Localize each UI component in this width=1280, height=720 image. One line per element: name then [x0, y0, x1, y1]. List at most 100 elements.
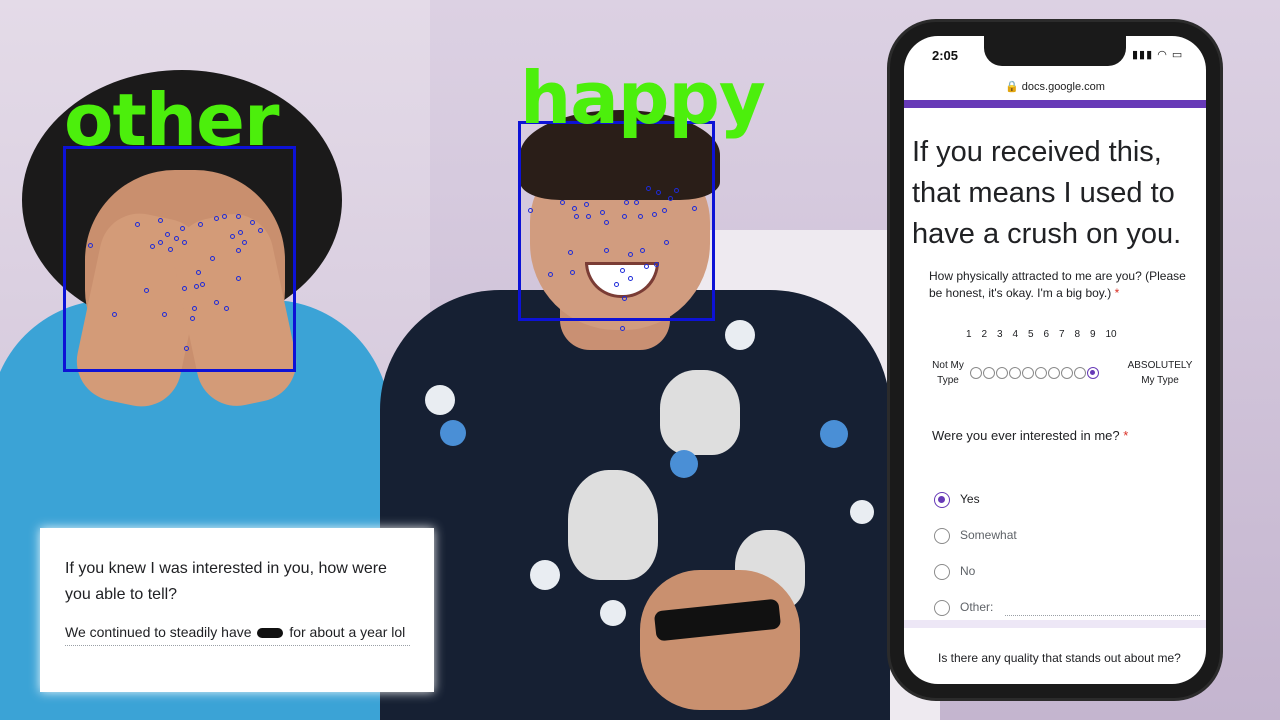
- scale-radio-1[interactable]: [970, 366, 982, 379]
- question-attraction: How physically attracted to me are you? …: [929, 268, 1191, 302]
- landmark-dot: [622, 296, 627, 301]
- landmark-dot: [144, 288, 149, 293]
- face-detection-box-left: [63, 146, 296, 372]
- landmark-dot: [192, 306, 197, 311]
- landmark-dot: [88, 243, 93, 248]
- landmark-dot: [628, 276, 633, 281]
- shirt-skull-print: [660, 370, 740, 455]
- landmark-dot: [165, 232, 170, 237]
- landmark-dot: [560, 200, 565, 205]
- option-somewhat[interactable]: Somewhat: [934, 528, 1017, 544]
- landmark-dot: [652, 212, 657, 217]
- landmark-dot: [222, 214, 227, 219]
- landmark-dot: [112, 312, 117, 317]
- landmark-dot: [604, 220, 609, 225]
- form-response-card: If you knew I was interested in you, how…: [40, 528, 434, 692]
- photo-scene: other happy If you knew I was interested…: [0, 0, 1280, 720]
- scale-number: 1: [966, 329, 972, 340]
- landmark-dot: [638, 214, 643, 219]
- radio-icon[interactable]: [934, 492, 950, 508]
- shirt-flower-print: [425, 385, 455, 415]
- scale-number: 10: [1105, 329, 1117, 340]
- landmark-dot: [692, 206, 697, 211]
- question-interest-text: Were you ever interested in me?: [932, 428, 1120, 443]
- scale-radio-3[interactable]: [996, 366, 1008, 379]
- landmark-dot: [214, 300, 219, 305]
- option-yes[interactable]: Yes: [934, 492, 980, 508]
- landmark-dot: [622, 214, 627, 219]
- option-label: No: [960, 564, 976, 579]
- scale-radio-10[interactable]: [1087, 366, 1099, 379]
- landmark-dot: [640, 248, 645, 253]
- landmark-dot: [604, 248, 609, 253]
- scale-radio-8[interactable]: [1061, 366, 1073, 379]
- option-no[interactable]: No: [934, 564, 975, 580]
- landmark-dot: [620, 268, 625, 273]
- landmark-dot: [654, 262, 659, 267]
- status-icons: ▮▮▮ ◠ ▭: [1132, 49, 1184, 61]
- landmark-dot: [528, 208, 533, 213]
- landmark-dot: [190, 316, 195, 321]
- radio-icon[interactable]: [934, 600, 950, 616]
- shirt-flower-print: [530, 560, 560, 590]
- radio-icon[interactable]: [934, 528, 950, 544]
- scale-number: 4: [1012, 329, 1019, 340]
- landmark-dot: [174, 236, 179, 241]
- scale-radio-6[interactable]: [1035, 366, 1047, 379]
- landmark-dot: [158, 218, 163, 223]
- landmark-dot: [664, 240, 669, 245]
- landmark-dot: [196, 270, 201, 275]
- landmark-dot: [214, 216, 219, 221]
- browser-url[interactable]: 🔒 docs.google.com: [904, 80, 1206, 93]
- landmark-dot: [620, 326, 625, 331]
- question-quality: Is there any quality that stands out abo…: [938, 651, 1181, 665]
- landmark-dot: [614, 282, 619, 287]
- iphone: 2:05 ▮▮▮ ◠ ▭ 🔒 docs.google.com If you re…: [890, 22, 1220, 698]
- landmark-dot: [150, 244, 155, 249]
- shirt-flower-print: [600, 600, 626, 626]
- landmark-dot: [258, 228, 263, 233]
- landmark-dot: [224, 306, 229, 311]
- landmark-dot: [242, 240, 247, 245]
- scale-number: 2: [981, 329, 988, 340]
- shirt-flower-print: [820, 420, 848, 448]
- option-label: Somewhat: [960, 528, 1017, 543]
- answer-text-start: We continued to steadily have: [65, 624, 252, 640]
- landmark-dot: [238, 230, 243, 235]
- other-text-input[interactable]: [1005, 615, 1201, 616]
- landmark-dot: [200, 282, 205, 287]
- landmark-dot: [624, 200, 629, 205]
- radio-icon[interactable]: [934, 564, 950, 580]
- landmark-dot: [236, 214, 241, 219]
- required-mark: *: [1114, 286, 1120, 300]
- emotion-label-right: happy: [520, 56, 766, 140]
- scale-radio-2[interactable]: [983, 366, 995, 379]
- option-label: Yes: [960, 492, 980, 507]
- section-separator: [904, 620, 1206, 628]
- landmark-dot: [646, 186, 651, 191]
- landmark-dot: [230, 234, 235, 239]
- landmark-dot: [236, 248, 241, 253]
- landmark-dot: [184, 346, 189, 351]
- option-other[interactable]: Other:: [934, 600, 1201, 616]
- landmark-dot: [135, 222, 140, 227]
- scale-radio-4[interactable]: [1009, 366, 1021, 379]
- scale-radio-5[interactable]: [1022, 366, 1034, 379]
- linear-scale-radios[interactable]: [970, 364, 1100, 382]
- response-question: If you knew I was interested in you, how…: [65, 560, 387, 603]
- scale-number: 8: [1074, 329, 1081, 340]
- landmark-dot: [162, 312, 167, 317]
- question-attraction-text: How physically attracted to me are you? …: [929, 269, 1186, 300]
- emotion-label-left: other: [64, 78, 279, 162]
- landmark-dot: [158, 240, 163, 245]
- shirt-flower-print: [850, 500, 874, 524]
- landmark-dot: [168, 247, 173, 252]
- response-answer: We continued to steadily have for about …: [65, 622, 410, 646]
- scale-number: 9: [1090, 329, 1096, 340]
- landmark-dot: [668, 196, 673, 201]
- scale-radio-9[interactable]: [1074, 366, 1086, 379]
- phone-screen: 2:05 ▮▮▮ ◠ ▭ 🔒 docs.google.com If you re…: [904, 36, 1206, 684]
- landmark-dot: [568, 250, 573, 255]
- scale-radio-7[interactable]: [1048, 366, 1060, 379]
- landmark-dot: [600, 210, 605, 215]
